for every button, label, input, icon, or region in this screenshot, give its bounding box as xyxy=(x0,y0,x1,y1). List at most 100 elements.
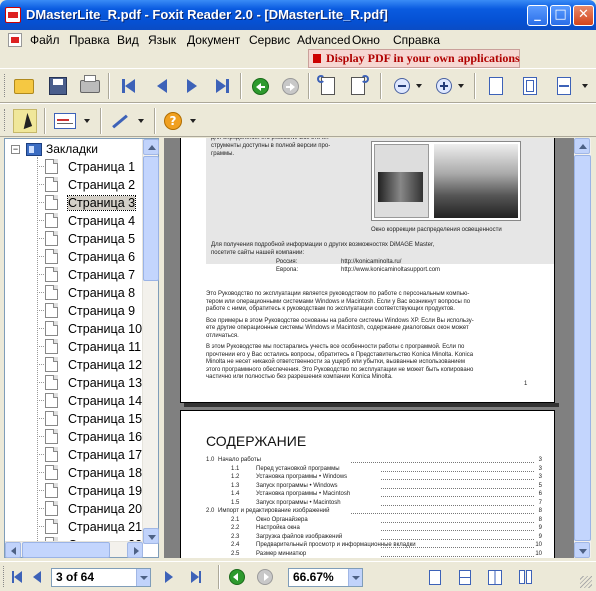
document-icon[interactable] xyxy=(8,33,22,47)
single-page-view-icon[interactable] xyxy=(426,568,444,586)
status-forward-icon[interactable] xyxy=(256,568,274,586)
bookmark-item[interactable]: Страница 18 xyxy=(37,464,142,481)
menu-file[interactable]: Файл xyxy=(30,33,60,47)
bookmark-item[interactable]: Страница 7 xyxy=(37,266,135,283)
bookmark-item[interactable]: Страница 6 xyxy=(37,248,135,265)
status-back-icon[interactable] xyxy=(228,568,246,586)
bookmark-item[interactable]: Страница 4 xyxy=(37,212,135,229)
previous-page-icon[interactable] xyxy=(150,75,174,97)
bookmark-item[interactable]: Страница 13 xyxy=(37,374,142,391)
save-icon[interactable] xyxy=(46,75,70,97)
document-vertical-scrollbar[interactable] xyxy=(574,138,591,558)
help-icon[interactable]: ? xyxy=(162,110,184,132)
status-previous-page-icon[interactable] xyxy=(28,568,46,586)
document-view[interactable]: мы можно применить к изображению дляпрос… xyxy=(164,138,574,558)
facing-view-icon[interactable] xyxy=(486,568,504,586)
open-folder-icon[interactable] xyxy=(12,75,36,97)
bookmark-item[interactable]: Страница 2 xyxy=(37,176,135,193)
continuous-facing-view-icon[interactable] xyxy=(516,568,534,586)
status-next-page-icon[interactable] xyxy=(160,568,178,586)
page-number-field[interactable]: 3 of 64 xyxy=(51,568,151,587)
bookmark-item[interactable]: Страница 21 xyxy=(37,518,142,535)
bookmark-item[interactable]: Страница 10 xyxy=(37,320,142,337)
print-icon[interactable] xyxy=(78,74,102,97)
ad-banner[interactable]: Display PDF in your own applications xyxy=(308,49,520,68)
select-cursor-icon[interactable] xyxy=(13,109,37,133)
toc-entry[interactable]: 2.4 Предварительный просмотр и информацио… xyxy=(181,542,554,550)
bookmark-item[interactable]: Страница 16 xyxy=(37,428,142,445)
toc-entry[interactable]: 1.1 Перед установкой программы 3 xyxy=(181,466,554,474)
toc-entry[interactable]: 1.5 Запуск программы • Macintosh 7 xyxy=(181,500,554,508)
bookmark-item[interactable]: Страница 9 xyxy=(37,302,135,319)
bookmark-item[interactable]: Страница 5 xyxy=(37,230,135,247)
arrow-tool-icon[interactable] xyxy=(108,110,132,132)
scroll-up-button[interactable] xyxy=(143,139,159,155)
bookmark-item[interactable]: Страница 11 xyxy=(37,338,141,355)
rotate-left-icon[interactable] xyxy=(316,75,340,97)
zoom-out-dropdown-icon[interactable] xyxy=(414,79,424,93)
toc-entry[interactable]: 1.3 Запуск программы • Windows 5 xyxy=(181,483,554,491)
bookmarks-root[interactable]: − Закладки xyxy=(11,141,98,157)
scroll-down-button[interactable] xyxy=(143,528,159,544)
toolbar-grip[interactable] xyxy=(4,109,7,131)
collapse-icon[interactable]: − xyxy=(11,144,20,154)
bookmark-item[interactable]: Страница 12 xyxy=(37,356,142,373)
minimize-button[interactable]: _ xyxy=(527,5,548,26)
bookmark-item[interactable]: Страница 17 xyxy=(37,446,142,463)
toc-entry[interactable]: 1.4 Установка программы • Macintosh 6 xyxy=(181,491,554,499)
status-first-page-icon[interactable] xyxy=(8,568,26,586)
close-button[interactable]: ✕ xyxy=(573,5,594,26)
scroll-left-button[interactable] xyxy=(5,542,21,558)
bookmarks-panel[interactable]: − Закладки Страница 1 Страница 2 Страница … xyxy=(4,138,159,558)
maximize-button[interactable]: □ xyxy=(550,5,571,26)
toolbar-grip[interactable] xyxy=(4,74,7,97)
status-last-page-icon[interactable] xyxy=(186,568,206,586)
fit-width-icon[interactable] xyxy=(552,75,576,97)
menu-advanced[interactable]: Advanced xyxy=(297,33,350,47)
zoom-in-icon[interactable] xyxy=(434,75,454,97)
arrow-tool-dropdown-icon[interactable] xyxy=(136,114,146,128)
toc-entry[interactable]: 2.2 Настройка окна 9 xyxy=(181,525,554,533)
continuous-view-icon[interactable] xyxy=(456,568,474,586)
toc-entry[interactable]: 1.2 Установка программы • Windows 3 xyxy=(181,474,554,482)
typewriter-dropdown-icon[interactable] xyxy=(82,114,92,128)
foxit-app-icon[interactable] xyxy=(5,7,21,23)
fit-page-icon[interactable] xyxy=(518,75,542,97)
scroll-right-button[interactable] xyxy=(127,542,143,558)
toc-entry[interactable]: 2.1 Окно Органайзера 8 xyxy=(181,517,554,525)
menu-view[interactable]: Вид xyxy=(117,33,139,47)
site-url[interactable]: http://konicaminolta.ru/ xyxy=(341,259,401,267)
menu-language[interactable]: Язык xyxy=(148,33,176,47)
bookmark-item[interactable]: Страница 1 xyxy=(37,158,135,175)
zoom-level-field[interactable]: 66.67% xyxy=(288,568,363,587)
bookmark-item[interactable]: Страница 19 xyxy=(37,482,142,499)
resize-grip[interactable] xyxy=(580,576,592,588)
bookmarks-vertical-scrollbar[interactable] xyxy=(142,139,159,544)
bookmark-item[interactable]: Страница 3 xyxy=(37,194,137,211)
typewriter-icon[interactable] xyxy=(52,110,78,132)
next-page-icon[interactable] xyxy=(180,75,204,97)
horizontal-scroll-thumb[interactable] xyxy=(22,542,110,558)
toolbar-overflow-icon[interactable] xyxy=(578,79,592,93)
toc-entry[interactable]: 2.5 Размер миниатюр 10 xyxy=(181,551,554,559)
toc-entry[interactable]: 2.3 Загрузка файлов изображений 9 xyxy=(181,534,554,542)
bookmark-item[interactable]: Страница 15 xyxy=(37,410,142,427)
menu-window[interactable]: Окно xyxy=(352,33,380,47)
go-forward-icon[interactable] xyxy=(278,75,302,97)
menu-edit[interactable]: Правка xyxy=(69,33,110,47)
doc-scroll-track[interactable] xyxy=(574,155,591,541)
last-page-icon[interactable] xyxy=(210,75,234,97)
rotate-right-icon[interactable] xyxy=(346,75,370,97)
bookmarks-horizontal-scrollbar[interactable] xyxy=(5,541,143,558)
toc-entry[interactable]: 2.0 Импорт и редактирование изображений 8 xyxy=(181,508,554,516)
menu-document[interactable]: Документ xyxy=(187,33,240,47)
statusbar-grip[interactable] xyxy=(3,566,6,587)
site-url[interactable]: http://www.konicaminoltasupport.com xyxy=(341,267,440,275)
zoom-out-icon[interactable] xyxy=(392,75,412,97)
menu-tools[interactable]: Сервис xyxy=(249,33,290,47)
toc-entry[interactable]: 1.0 Начало работы 3 xyxy=(181,457,554,465)
doc-scroll-down-button[interactable] xyxy=(574,542,590,558)
doc-scroll-up-button[interactable] xyxy=(574,138,590,154)
title-bar[interactable]: DMasterLite_R.pdf - Foxit Reader 2.0 - [… xyxy=(0,0,596,30)
first-page-icon[interactable] xyxy=(116,75,140,97)
